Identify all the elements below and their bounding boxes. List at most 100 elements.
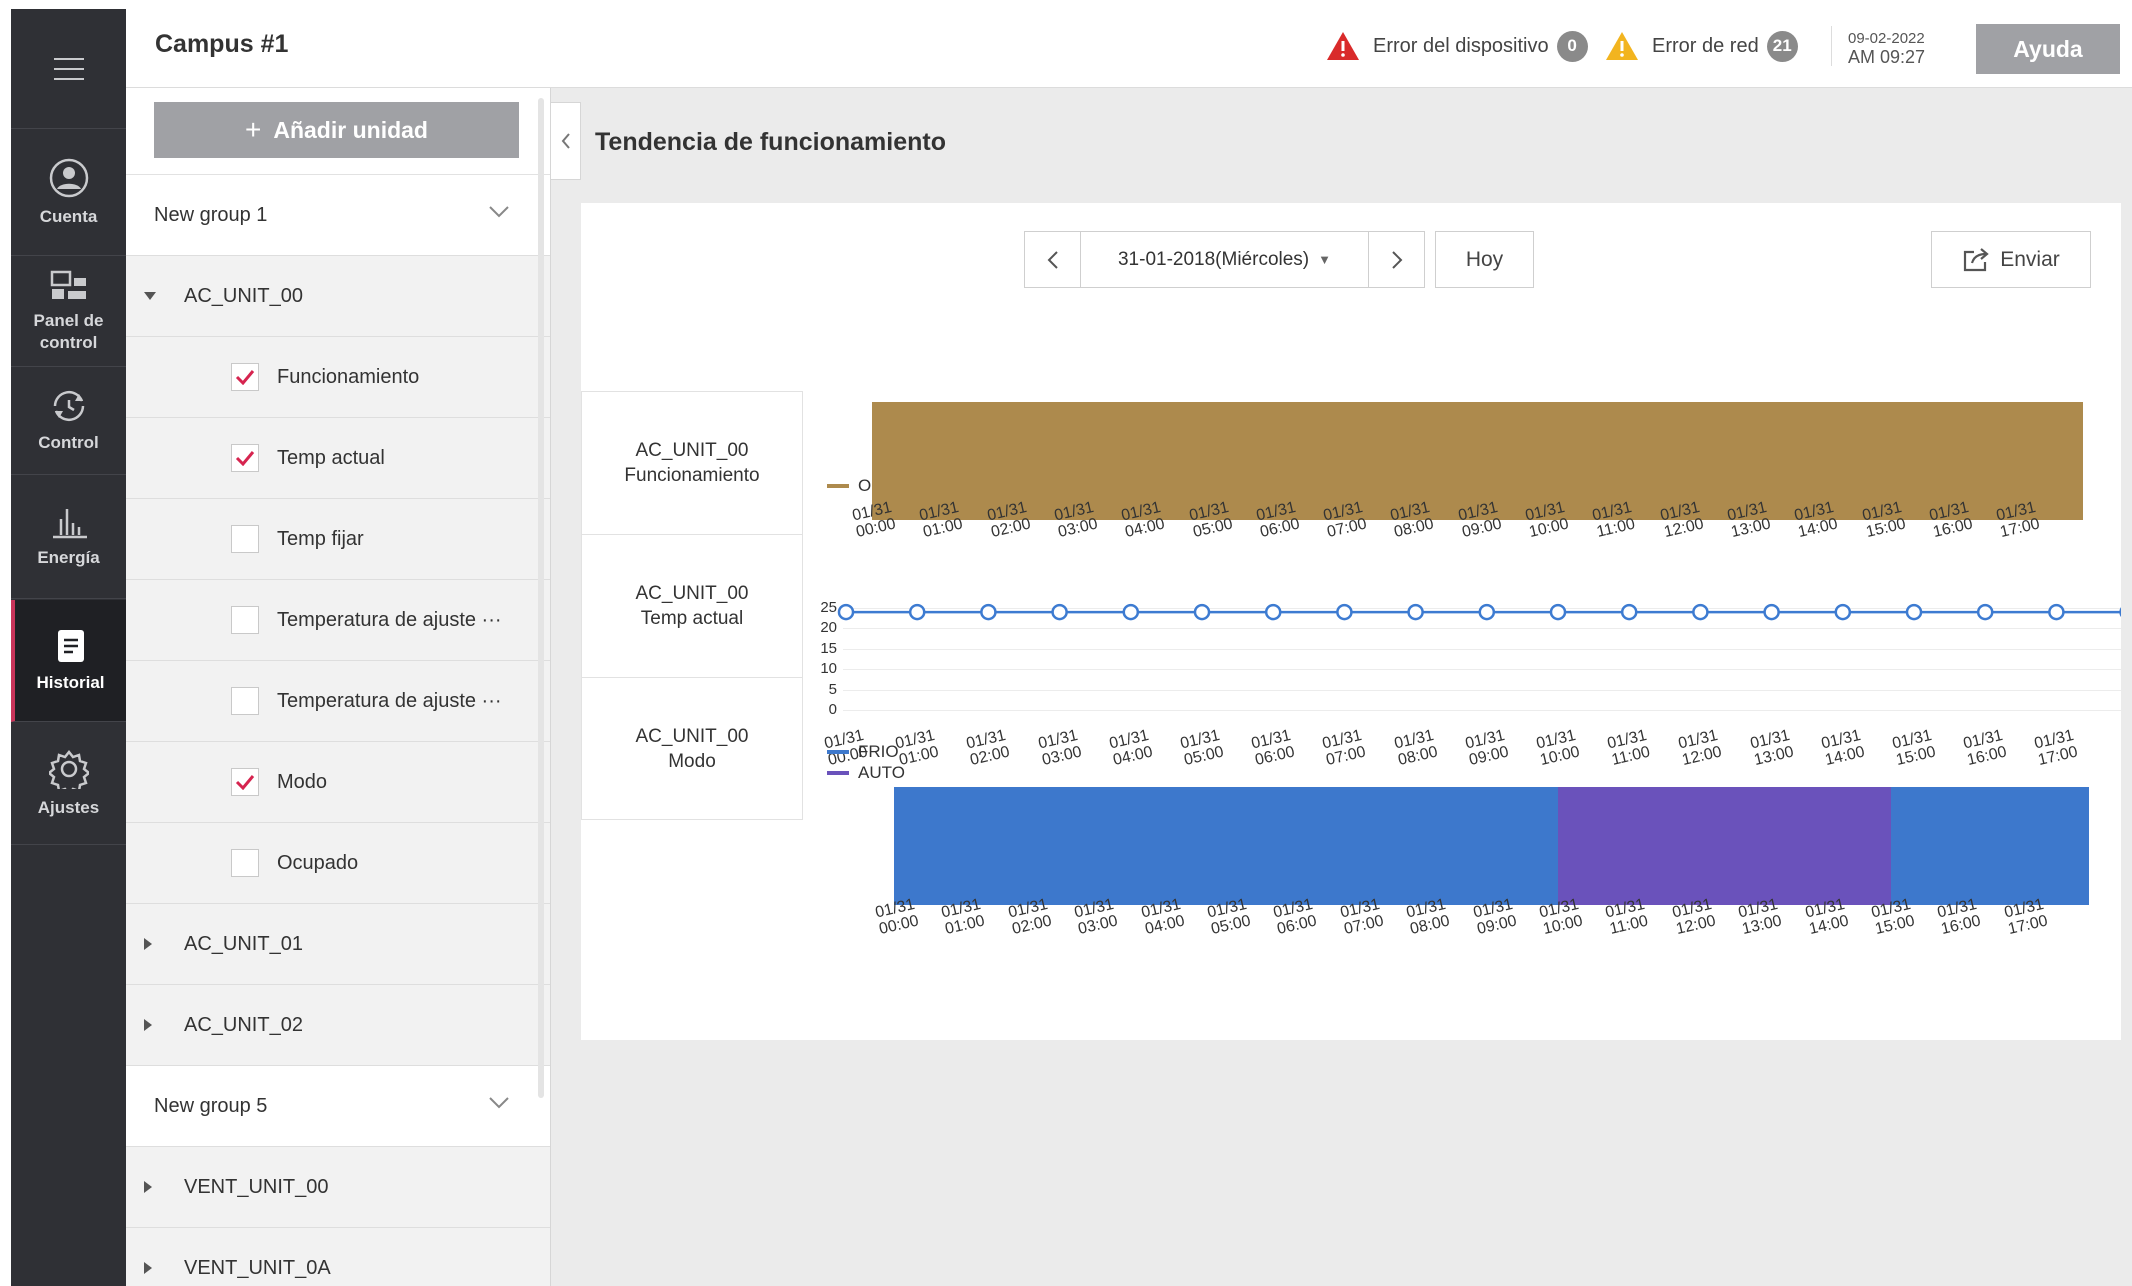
attribute-row[interactable]: Ocupado [126, 823, 550, 904]
group-row[interactable]: New group 5 [126, 1066, 550, 1147]
nav-item-control[interactable]: Control [11, 368, 126, 475]
temp-data-point [1478, 603, 1496, 621]
gear-icon [48, 749, 89, 789]
chevron-down-icon [489, 206, 509, 218]
temp-data-point [1336, 603, 1353, 621]
nav-label: Control [38, 433, 99, 452]
temp-data-point [1692, 603, 1709, 621]
attribute-row[interactable]: Temperatura de ajuste ··· [126, 661, 550, 742]
temp-data-point [1407, 603, 1424, 621]
caret-right-icon [144, 938, 152, 950]
chevron-down-icon [489, 1097, 509, 1109]
header-divider [1831, 26, 1832, 66]
x-tick-label: 01/31 00:00 [864, 894, 930, 941]
checkmark-icon [235, 451, 255, 466]
unit-name: AC_UNIT_02 [184, 1013, 303, 1036]
group-name: New group 1 [154, 203, 268, 226]
temp-data-point [1976, 603, 1994, 621]
temp-data-point [1834, 603, 1852, 621]
temp-data-point [1264, 603, 1282, 621]
unit-name: AC_UNIT_01 [184, 932, 303, 955]
bar-frio[interactable] [1890, 787, 2090, 905]
nav-label-line-1: Panel de [33, 310, 104, 330]
add-unit-button[interactable]: + Añadir unidad [154, 102, 519, 158]
header-date: 09-02-2022 [1848, 30, 1925, 47]
top-header: Campus #1 Error del dispositivo 0 Error … [126, 0, 2132, 88]
unit-row-expanded[interactable]: AC_UNIT_00 [126, 256, 550, 337]
panel-scrollbar[interactable] [538, 98, 544, 1098]
nav-item-cuenta[interactable]: Cuenta [11, 130, 126, 256]
control-icon [53, 390, 84, 422]
attribute-label: Temp fijar [277, 527, 364, 550]
temp-data-point [1549, 603, 1567, 621]
page-title: Tendencia de funcionamiento [595, 128, 946, 156]
unit-row-collapsed[interactable]: VENT_UNIT_00 [126, 1147, 550, 1228]
temp-data-point [1051, 603, 1068, 621]
nav-label: Cuenta [39, 206, 98, 226]
temp-data-point [1905, 603, 1923, 621]
checkbox-unchecked[interactable] [231, 849, 259, 877]
nav-item-ajustes[interactable]: Ajustes [11, 723, 126, 845]
unit-row-collapsed[interactable]: AC_UNIT_01 [126, 904, 550, 985]
temp-data-point [837, 603, 855, 621]
bar-frio[interactable] [894, 787, 1560, 905]
attribute-row[interactable]: Temp actual [126, 418, 550, 499]
hamburger-icon [53, 57, 84, 80]
legend-label: AUTO [858, 762, 905, 782]
dashboard-icon [50, 270, 86, 299]
nav-label-line-2: control [39, 332, 98, 352]
attribute-row[interactable]: Modo [126, 742, 550, 823]
temp-data-point [980, 603, 997, 621]
header-datetime: 09-02-2022 AM 09:27 [1848, 30, 1925, 66]
temp-data-point [1122, 603, 1140, 621]
error-triangle-icon [1327, 32, 1359, 60]
warning-triangle-icon [1606, 32, 1638, 60]
plus-icon: + [245, 114, 262, 145]
network-error-count-badge: 21 [1766, 30, 1798, 62]
attribute-label: Temperatura de ajuste ··· [277, 689, 502, 712]
network-error-label: Error de red [1652, 34, 1759, 57]
add-unit-area: + Añadir unidad [126, 88, 550, 175]
main-content: Tendencia de funcionamiento 31-01-2018(M… [551, 88, 2132, 1286]
temp-data-point [1763, 603, 1780, 621]
temp-data-point [1193, 603, 1211, 621]
group-row[interactable]: New group 1 [126, 175, 550, 256]
device-error-indicator[interactable]: Error del dispositivo 0 [1325, 30, 1588, 62]
unit-name: VENT_UNIT_00 [184, 1175, 329, 1198]
attribute-row[interactable]: Temp fijar [126, 499, 550, 580]
header-time: AM 09:27 [1848, 47, 1926, 67]
attribute-row[interactable]: Temperatura de ajuste ··· [126, 580, 550, 661]
unit-name: AC_UNIT_00 [184, 284, 303, 307]
unit-row-collapsed[interactable]: VENT_UNIT_0A [126, 1228, 550, 1286]
checkbox-checked[interactable] [231, 444, 259, 472]
bar-chart-icon [52, 509, 87, 539]
help-button[interactable]: Ayuda [1976, 24, 2120, 74]
bar-auto[interactable] [1558, 787, 1892, 905]
nav-label: Historial [36, 672, 105, 692]
collapse-panel-button[interactable] [551, 102, 581, 180]
nav-item-panel-de-control[interactable]: Panel de control [11, 257, 126, 367]
legend-swatch [827, 770, 849, 775]
nav-item-energia[interactable]: Energía [11, 476, 126, 599]
nav-item-historial[interactable]: Historial [11, 600, 126, 722]
checkbox-unchecked[interactable] [231, 687, 259, 715]
attribute-label: Ocupado [277, 851, 359, 874]
unit-name: VENT_UNIT_0A [184, 1256, 331, 1279]
attribute-label: Modo [277, 770, 328, 793]
campus-title: Campus #1 [155, 30, 289, 58]
checkbox-checked[interactable] [231, 363, 259, 391]
attribute-row[interactable]: Funcionamiento [126, 337, 550, 418]
main-nav: Cuenta Panel de control Control Energía … [11, 9, 126, 1286]
checkbox-unchecked[interactable] [231, 525, 259, 553]
legend-item: AUTO [827, 762, 905, 783]
checkbox-checked[interactable] [231, 768, 259, 796]
network-error-indicator[interactable]: Error de red 21 [1604, 30, 1798, 62]
unit-row-collapsed[interactable]: AC_UNIT_02 [126, 985, 550, 1066]
menu-button[interactable] [11, 9, 126, 129]
temp-data-point [908, 603, 926, 621]
nav-label: Ajustes [37, 797, 100, 817]
checkmark-icon [235, 370, 255, 385]
attribute-label: Temperatura de ajuste ··· [277, 608, 502, 631]
legend-label: FRIO [858, 741, 899, 761]
checkbox-unchecked[interactable] [231, 606, 259, 634]
